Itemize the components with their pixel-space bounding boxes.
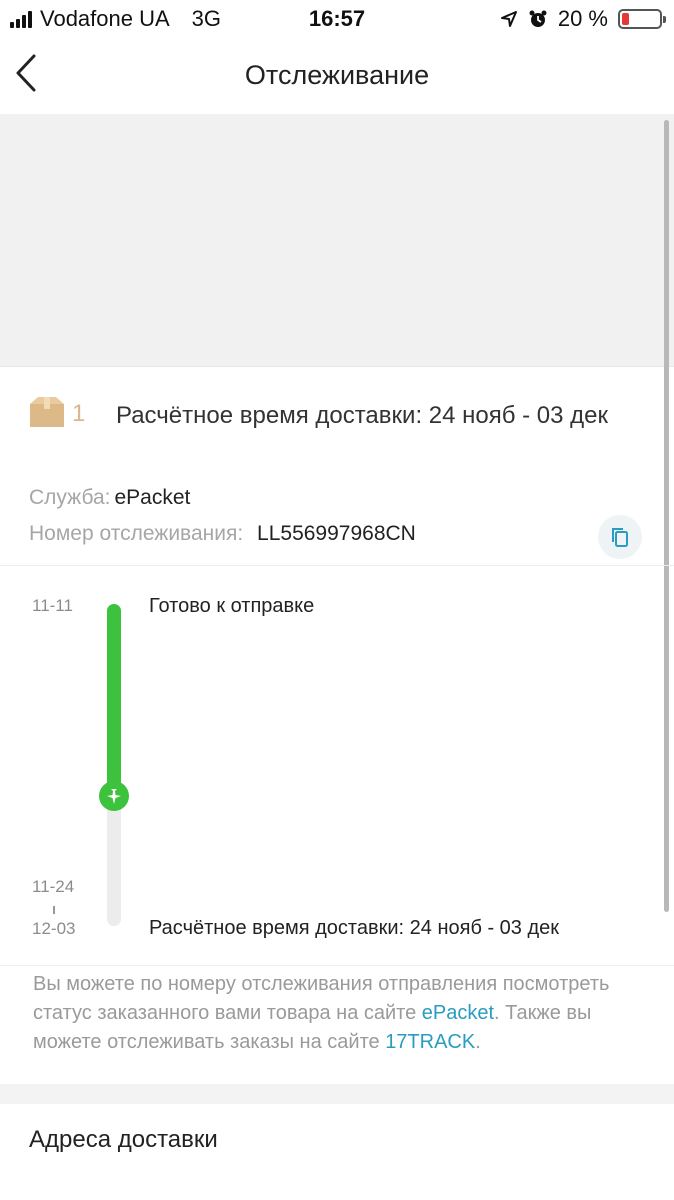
battery-percent: 20 % [557, 6, 608, 31]
copy-tracking-button[interactable] [598, 515, 642, 559]
17track-link[interactable]: 17TRACK [385, 1031, 475, 1053]
map-placeholder [0, 114, 674, 367]
event-text: Расчётное время доставки: 24 нояб - 03 д… [149, 917, 560, 939]
timeline-progress-node [99, 781, 129, 811]
battery-level-fill [622, 13, 630, 25]
service-label: Служба: [29, 486, 111, 509]
tracking-label: Номер отслеживания: [29, 522, 244, 545]
event-date: 11-11 [32, 596, 73, 615]
notice-text: . [475, 1031, 481, 1053]
event-date: 12-03 [32, 919, 76, 938]
navigation-header: Отслеживание [0, 38, 674, 114]
tracking-row: Номер отслеживания: LL556997968CN [29, 522, 416, 546]
package-box-icon [30, 397, 64, 427]
airplane-icon [107, 789, 121, 804]
tracking-number[interactable]: LL556997968CN [257, 522, 416, 545]
delivery-addresses-section[interactable]: Адреса доставки [0, 1104, 674, 1200]
package-count: 1 [72, 400, 86, 427]
epacket-link[interactable]: ePacket [422, 1002, 494, 1024]
estimated-delivery-text: Расчётное время доставки: 24 нояб - 03 д… [116, 402, 609, 429]
tracking-notice: Вы можете по номеру отслеживания отправл… [0, 966, 674, 1084]
service-value: ePacket [114, 486, 191, 509]
service-row: Служба: ePacket [29, 486, 190, 510]
status-bar-right: 20 % [500, 6, 666, 32]
package-info-card: 1 Расчётное время доставки: 24 нояб - 03… [0, 368, 674, 566]
event-text: Готово к отправке [149, 595, 315, 617]
status-bar: Vodafone UA 3G 16:57 20 % [0, 0, 674, 38]
tracking-timeline: 11-11 11-24 12-03 Готово к отправке Расч… [0, 566, 674, 966]
alarm-clock-icon [529, 10, 547, 27]
page-title: Отслеживание [244, 60, 430, 90]
copy-icon [612, 528, 628, 547]
timeline-progress-fill [107, 604, 121, 794]
battery-icon [618, 9, 666, 29]
event-date: 11-24 [32, 877, 75, 896]
timeline-divider [53, 906, 55, 914]
location-arrow-icon [500, 11, 517, 27]
section-divider [0, 1084, 674, 1104]
delivery-addresses-title: Адреса доставки [29, 1126, 218, 1153]
notice-paragraph: Вы можете по номеру отслеживания отправл… [33, 970, 633, 1057]
